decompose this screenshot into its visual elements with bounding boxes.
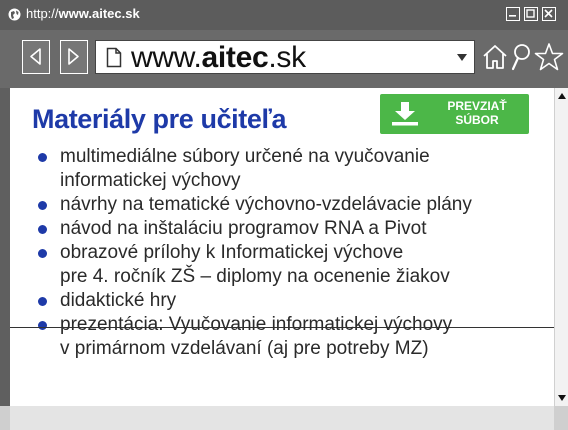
close-icon [544, 9, 553, 18]
globe-icon [8, 8, 21, 21]
bullet [38, 321, 47, 330]
document-icon [106, 47, 122, 68]
status-bar-inner [10, 406, 554, 430]
window-title: http://www.aitec.sk [26, 6, 140, 21]
title-bar: http://www.aitec.sk [0, 0, 568, 31]
download-label-line1: PREVZIAŤ [447, 99, 507, 113]
list-item: návrhy na tematické výchovno-vzdelávacie… [10, 193, 554, 217]
home-icon[interactable] [482, 42, 508, 72]
list-item-text: obrazové prílohy k Informatickej výchove [60, 242, 404, 263]
bullet [38, 153, 47, 162]
address-bar[interactable]: www.aitec.sk [95, 40, 475, 74]
search-icon[interactable] [510, 42, 532, 72]
list-item-text: návrhy na tematické výchovno-vzdelávacie… [60, 194, 472, 215]
download-label-line2: SÚBOR [455, 113, 499, 127]
bullet [38, 201, 47, 210]
page-title: Materiály pre učiteľa [32, 104, 287, 134]
download-file-button[interactable]: PREVZIAŤ SÚBOR [380, 94, 529, 134]
download-label: PREVZIAŤ SÚBOR [432, 99, 522, 127]
materials-list: multimediálne súbory určené na vyučovani… [10, 145, 554, 361]
minimize-icon [509, 15, 516, 17]
dropdown-arrow-icon[interactable] [456, 52, 468, 64]
vertical-scrollbar[interactable] [554, 88, 568, 406]
page-content: Materiály pre učiteľa PREVZIAŤ SÚBOR mul… [10, 88, 554, 406]
list-item: prezentácia: Vyučovanie informatickej vý… [10, 313, 554, 361]
list-item: obrazové prílohy k Informatickej výchove… [10, 241, 554, 289]
list-item-text: pre 4. ročník ZŠ – diplomy na ocenenie ž… [60, 266, 450, 287]
forward-arrow-icon [68, 48, 79, 65]
url-text: www.aitec.sk [131, 41, 306, 74]
back-arrow-icon [30, 48, 41, 65]
maximize-button[interactable] [524, 7, 538, 21]
close-button[interactable] [542, 7, 556, 21]
divider-line [10, 327, 554, 328]
list-item-text: informatickej výchovy [60, 170, 241, 191]
back-button[interactable] [22, 40, 50, 74]
forward-button[interactable] [60, 40, 88, 74]
bullet [38, 225, 47, 234]
download-icon [392, 102, 418, 126]
star-icon[interactable] [534, 42, 564, 72]
scroll-down-icon[interactable] [557, 394, 567, 402]
scroll-up-icon[interactable] [557, 92, 567, 100]
list-item-text: v primárnom vzdelávaní (aj pre potreby M… [60, 338, 429, 359]
list-item-text: multimediálne súbory určené na vyučovani… [60, 146, 430, 167]
list-item: návod na inštaláciu programov RNA a Pivo… [10, 217, 554, 241]
list-item-text: prezentácia: Vyučovanie informatickej vý… [60, 314, 453, 335]
maximize-icon [526, 9, 535, 18]
bullet [38, 249, 47, 258]
minimize-button[interactable] [506, 7, 520, 21]
list-item: multimediálne súbory určené na vyučovani… [10, 145, 554, 193]
list-item-text: didaktické hry [60, 290, 177, 311]
list-item-text: návod na inštaláciu programov RNA a Pivo… [60, 218, 427, 239]
status-bar [0, 406, 568, 430]
browser-window: http://www.aitec.sk www.aitec.sk Materiá… [0, 0, 568, 430]
bullet [38, 297, 47, 306]
navigation-bar: www.aitec.sk [0, 30, 568, 88]
list-item: didaktické hry [10, 289, 554, 313]
